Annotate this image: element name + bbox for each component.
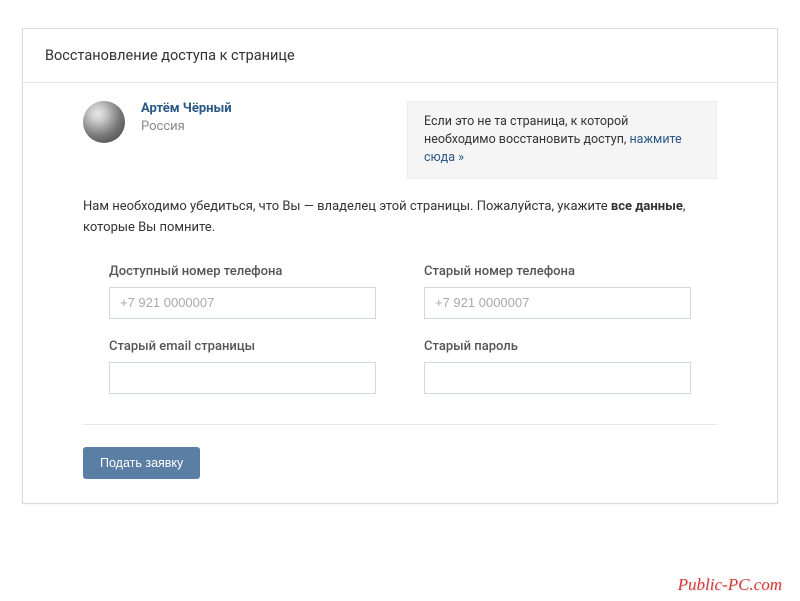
main-card: Восстановление доступа к странице Артём … (22, 28, 778, 504)
page-title: Восстановление доступа к странице (45, 47, 755, 64)
old-email-group: Старый email страницы (109, 339, 376, 394)
form-area: Доступный номер телефона Старый номер те… (83, 264, 717, 394)
header-bar: Восстановление доступа к странице (23, 29, 777, 83)
form-row-2: Старый email страницы Старый пароль (109, 339, 691, 394)
available-phone-label: Доступный номер телефона (109, 264, 376, 279)
old-email-input[interactable] (109, 362, 376, 394)
submit-button[interactable]: Подать заявку (83, 447, 200, 479)
watermark: Public-PC.com (678, 575, 782, 595)
profile-row: Артём Чёрный Россия Если это не та стран… (83, 101, 717, 179)
old-password-group: Старый пароль (424, 339, 691, 394)
profile-country: Россия (141, 119, 391, 134)
old-phone-label: Старый номер телефона (424, 264, 691, 279)
old-email-label: Старый email страницы (109, 339, 376, 354)
avatar (83, 101, 125, 143)
profile-name[interactable]: Артём Чёрный (141, 101, 391, 116)
profile-info: Артём Чёрный Россия (141, 101, 391, 134)
old-password-label: Старый пароль (424, 339, 691, 354)
available-phone-input[interactable] (109, 287, 376, 319)
instructions-text: Нам необходимо убедиться, что Вы — владе… (83, 197, 717, 237)
content-area: Артём Чёрный Россия Если это не та стран… (23, 83, 777, 503)
available-phone-group: Доступный номер телефона (109, 264, 376, 319)
form-row-1: Доступный номер телефона Старый номер те… (109, 264, 691, 319)
notice-text: Если это не та страница, к которой необх… (424, 114, 629, 147)
wrong-page-notice: Если это не та страница, к которой необх… (407, 101, 717, 179)
divider (83, 424, 717, 425)
old-password-input[interactable] (424, 362, 691, 394)
old-phone-group: Старый номер телефона (424, 264, 691, 319)
old-phone-input[interactable] (424, 287, 691, 319)
